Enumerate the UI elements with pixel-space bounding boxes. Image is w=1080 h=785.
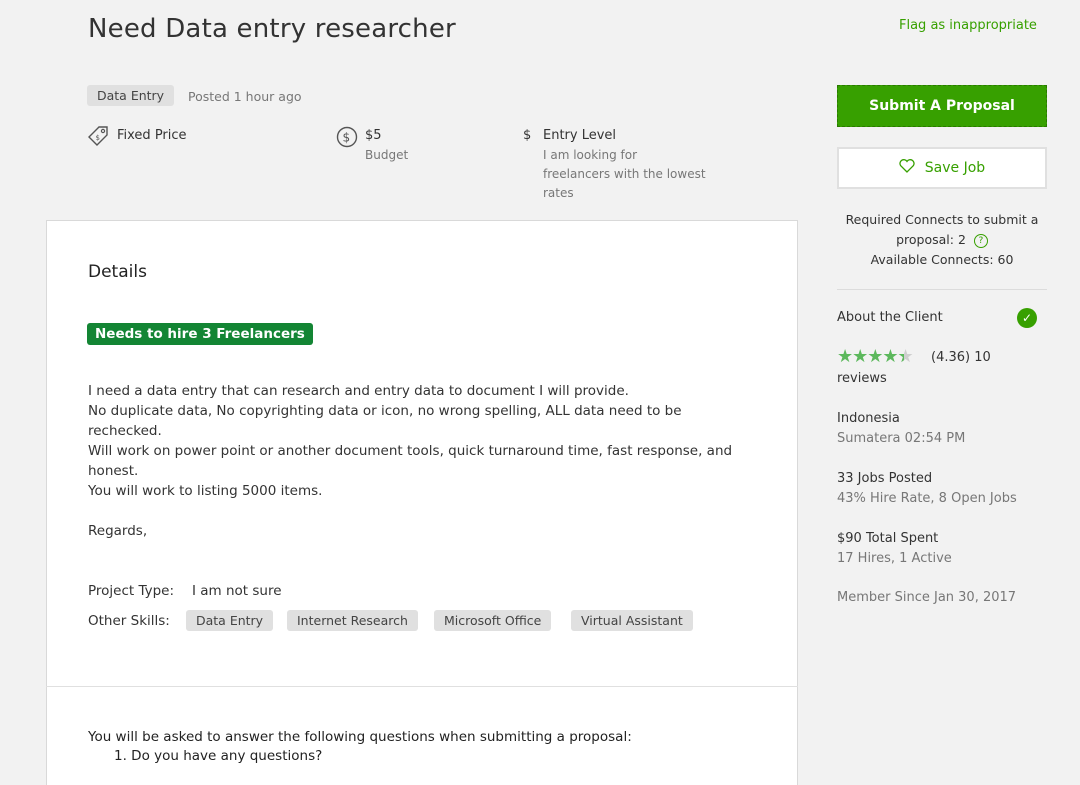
details-heading: Details [88,262,147,282]
description-line: rechecked. [88,423,162,439]
description-line: You will work to listing 5000 items. [88,483,323,499]
description-line: I need a data entry that can research an… [88,383,629,399]
verified-check-icon: ✓ [1017,308,1037,328]
client-total-spent: $90 Total Spent [837,531,939,546]
connects-required-line1: Required Connects to submit a [845,212,1039,227]
hire-count-badge: Needs to hire 3 Freelancers [87,323,313,345]
help-icon[interactable]: ? [973,233,988,248]
rating-stars: ★★★★★★ [837,346,914,367]
skill-tag[interactable]: Virtual Assistant [571,610,693,631]
client-country: Indonesia [837,411,900,426]
price-tag-icon: $ [87,125,109,151]
budget-label: Budget [365,148,409,162]
reviews-text: reviews [837,371,887,386]
skill-tag[interactable]: Internet Research [287,610,418,631]
experience-desc-line3: rates [543,186,574,200]
save-job-button[interactable]: Save Job [837,147,1047,189]
experience-level: Entry Level [543,128,617,143]
dollar-coin-icon: $ [336,126,358,152]
about-client-heading: About the Client [837,310,943,325]
description-line: honest. [88,463,139,479]
client-location-time: Sumatera 02:54 PM [837,431,966,446]
job-title: Need Data entry researcher [88,14,456,44]
client-hires: 17 Hires, 1 Active [837,551,952,566]
dollar-icon: $ [523,128,532,143]
category-tag[interactable]: Data Entry [87,85,175,106]
connects-required-value: proposal: 2 [896,232,966,247]
connects-info: Required Connects to submit a proposal: … [837,210,1047,270]
other-skills-label: Other Skills: [88,613,170,629]
svg-text:$: $ [343,131,351,145]
client-member-since: Member Since Jan 30, 2017 [837,590,1017,605]
posted-time: Posted 1 hour ago [188,89,302,104]
project-type-label: Project Type: [88,583,175,599]
description-line: No duplicate data, No copyrighting data … [88,403,682,419]
client-jobs-posted: 33 Jobs Posted [837,471,933,486]
connects-required-line2: proposal: 2? [837,230,1047,250]
description-line: Regards, [88,523,148,539]
budget-value: $5 [365,128,382,143]
submit-proposal-button[interactable]: Submit A Proposal [837,85,1047,127]
experience-desc-line2: freelancers with the lowest [543,167,706,181]
save-job-label: Save Job [924,160,986,176]
svg-text:$: $ [96,134,100,142]
skill-tag[interactable]: Data Entry [186,610,274,631]
questions-intro: You will be asked to answer the followin… [88,729,632,745]
client-hire-rate: 43% Hire Rate, 8 Open Jobs [837,491,1017,506]
price-type: Fixed Price [117,128,187,143]
card-divider [46,686,798,687]
connects-available: Available Connects: 60 [870,252,1014,267]
details-card [46,220,798,785]
heart-icon [899,159,915,177]
rating-text: (4.36) 10 [931,350,991,365]
flag-inappropriate-link[interactable]: Flag as inappropriate [899,18,1037,33]
project-type-value: I am not sure [192,583,282,599]
experience-desc-line1: I am looking for [543,148,638,162]
question-item: 1. Do you have any questions? [114,748,323,764]
sidebar-divider [837,289,1047,290]
description-line: Will work on power point or another docu… [88,443,733,459]
skill-tag[interactable]: Microsoft Office [434,610,552,631]
